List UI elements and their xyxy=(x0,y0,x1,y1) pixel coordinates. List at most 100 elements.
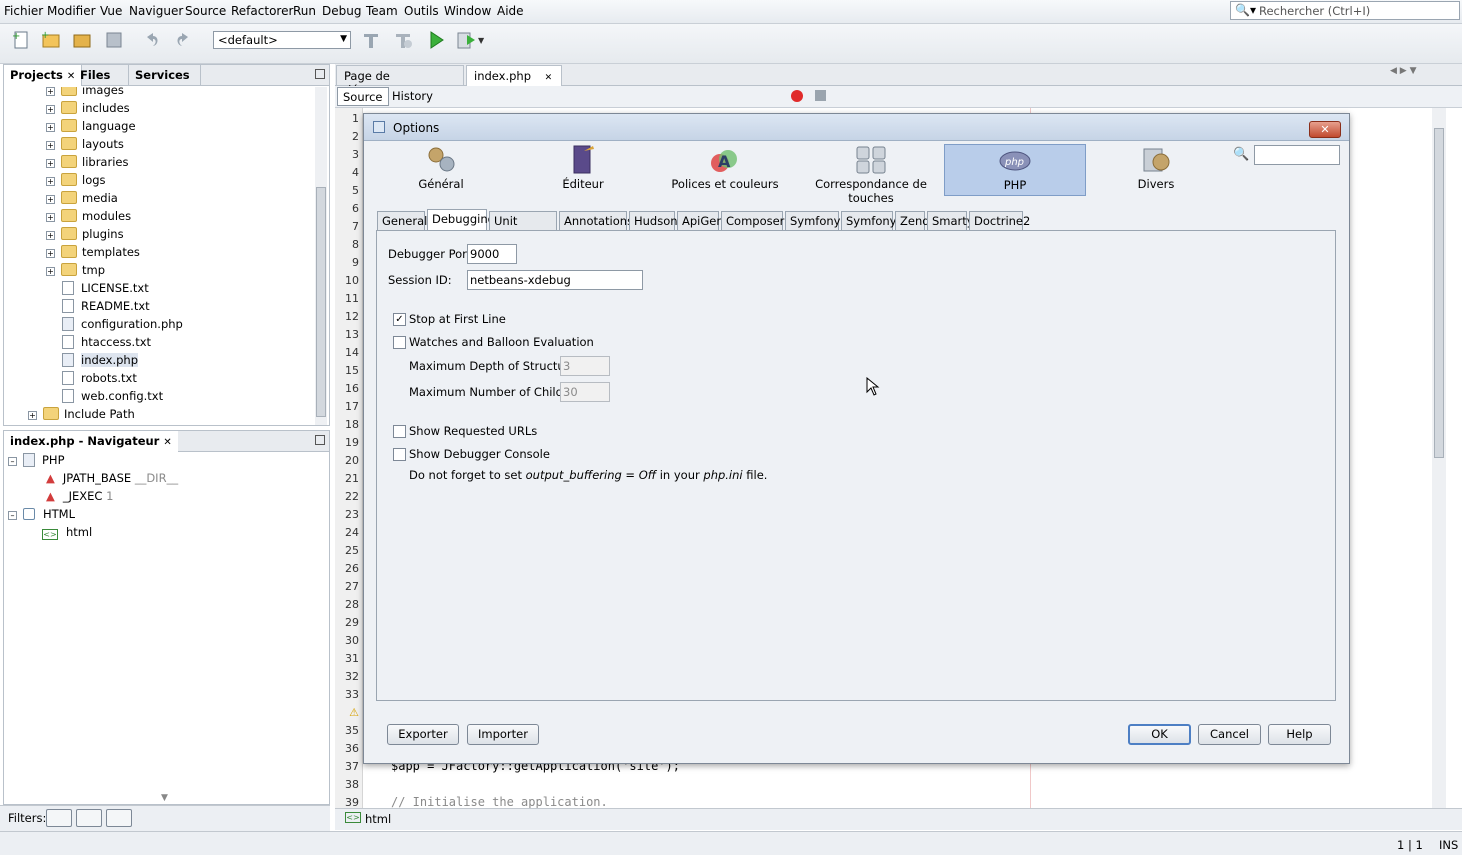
expand-icon[interactable]: + xyxy=(46,159,55,168)
tab-symfony[interactable]: Symfony xyxy=(841,211,897,231)
menu-fichier[interactable]: Fichier xyxy=(4,4,43,18)
menu-team[interactable]: Team xyxy=(366,4,398,18)
ok-button[interactable]: OK xyxy=(1128,724,1191,745)
new-file-icon[interactable]: + xyxy=(10,29,32,51)
import-button[interactable]: Importer xyxy=(467,724,539,745)
show-console-checkbox[interactable] xyxy=(393,448,406,461)
source-button[interactable]: Source xyxy=(337,87,389,106)
stop-first-line-checkbox[interactable]: ✓ xyxy=(393,313,406,326)
tab-services[interactable]: Services xyxy=(129,65,201,86)
tab-composer[interactable]: Composer xyxy=(721,211,784,231)
collapse-icon[interactable]: – xyxy=(8,511,17,520)
tree-item[interactable]: robots.txt xyxy=(62,371,137,389)
undo-icon[interactable] xyxy=(141,29,163,51)
expand-icon[interactable]: + xyxy=(46,249,55,258)
close-button[interactable]: ✕ xyxy=(1309,121,1341,138)
editor-scrollbar[interactable] xyxy=(1432,108,1446,808)
close-icon[interactable]: ✕ xyxy=(545,73,553,83)
max-children-input[interactable]: 30 xyxy=(560,382,610,402)
nav-php-node[interactable]: – PHP xyxy=(8,453,65,471)
category-keymap[interactable]: Correspondance de touches xyxy=(800,144,942,205)
menu-vue[interactable]: Vue xyxy=(100,4,122,18)
watches-checkbox[interactable] xyxy=(393,336,406,349)
session-id-input[interactable]: netbeans-xdebug xyxy=(467,270,643,290)
tab-doctrine2[interactable]: Doctrine2 xyxy=(969,211,1030,231)
cancel-button[interactable]: Cancel xyxy=(1198,724,1261,745)
category-general[interactable]: Général xyxy=(370,144,512,196)
tree-item[interactable]: index.php xyxy=(62,353,139,371)
category-editor[interactable]: Éditeur xyxy=(512,144,654,196)
nav-const-jexec[interactable]: ▲ _JEXEC 1 xyxy=(46,489,113,507)
minimize-icon[interactable] xyxy=(315,435,325,445)
tree-item[interactable]: README.txt xyxy=(62,299,150,317)
stop-macro-icon[interactable] xyxy=(815,90,826,101)
export-button[interactable]: Exporter xyxy=(387,724,459,745)
tree-item[interactable]: configuration.php xyxy=(62,317,183,335)
tree-item[interactable]: + logs xyxy=(46,173,106,191)
tree-item[interactable]: + plugins xyxy=(46,227,124,245)
nav-html-child[interactable]: <> html xyxy=(42,525,92,543)
tree-item[interactable]: + templates xyxy=(46,245,140,263)
expand-icon[interactable]: + xyxy=(46,123,55,132)
menu-outils[interactable]: Outils xyxy=(404,4,439,18)
tab-index-php[interactable]: index.php ✕ xyxy=(466,65,562,86)
expand-icon[interactable]: + xyxy=(46,87,55,96)
dialog-title-bar[interactable]: Options ✕ xyxy=(364,114,1349,141)
tab-symfony2[interactable]: Symfony2 xyxy=(785,211,848,231)
configuration-select[interactable]: <default> ▼ xyxy=(213,31,351,49)
save-all-icon[interactable] xyxy=(103,29,125,51)
tree-item[interactable]: + layouts xyxy=(46,137,124,155)
expand-icon[interactable]: + xyxy=(28,411,37,420)
nav-html-node[interactable]: – HTML xyxy=(8,507,75,525)
tab-unit-testing[interactable]: Unit Testing xyxy=(489,211,557,242)
tab-navigator[interactable]: index.php - Navigateur ✕ xyxy=(4,431,178,452)
debug-icon[interactable]: ▼ xyxy=(455,29,485,51)
debugger-port-input[interactable]: 9000 xyxy=(467,244,517,264)
search-input[interactable]: 🔍▾ Rechercher (Ctrl+I) xyxy=(1230,1,1460,20)
menu-aide[interactable]: Aide xyxy=(497,4,524,18)
tree-item[interactable]: htaccess.txt xyxy=(62,335,151,353)
filter-inherited-icon[interactable] xyxy=(76,809,102,827)
tab-general[interactable]: General xyxy=(377,211,427,231)
new-project-icon[interactable]: + xyxy=(40,29,62,51)
tree-item[interactable]: + images xyxy=(46,87,124,101)
tree-item[interactable]: + language xyxy=(46,119,136,137)
expand-icon[interactable]: + xyxy=(46,105,55,114)
menu-debug[interactable]: Debug xyxy=(322,4,361,18)
tab-apigen[interactable]: ApiGen xyxy=(677,211,724,231)
menu-run[interactable]: Run xyxy=(293,4,316,18)
filter-fields-icon[interactable] xyxy=(46,809,72,827)
tab-zend[interactable]: Zend xyxy=(895,211,930,231)
category-misc[interactable]: Divers xyxy=(1085,144,1227,196)
tab-projects[interactable]: Projects ✕ xyxy=(4,65,83,86)
scrollbar-thumb[interactable] xyxy=(316,187,326,417)
expand-icon[interactable]: + xyxy=(46,195,55,204)
tree-item[interactable]: + includes xyxy=(46,101,130,119)
scroll-tabs-icon[interactable]: ◀ ▶ ▼ xyxy=(1390,66,1417,76)
tab-files[interactable]: Files xyxy=(74,65,129,86)
tree-item[interactable]: web.config.txt xyxy=(62,389,163,407)
breadcrumb-item[interactable]: html xyxy=(365,812,391,826)
record-macro-icon[interactable] xyxy=(791,90,803,102)
filter-private-icon[interactable] xyxy=(106,809,132,827)
tree-item[interactable]: + libraries xyxy=(46,155,128,173)
category-fonts-colors[interactable]: A Polices et couleurs xyxy=(654,144,796,196)
collapse-icon[interactable]: – xyxy=(8,457,17,466)
tree-item[interactable]: + tmp xyxy=(46,263,105,281)
scrollbar-thumb[interactable] xyxy=(1434,128,1444,458)
category-php[interactable]: php PHP xyxy=(944,144,1086,196)
tab-annotations[interactable]: Annotations xyxy=(559,211,633,231)
menu-source[interactable]: Source xyxy=(185,4,226,18)
history-button[interactable]: History xyxy=(392,89,433,103)
help-button[interactable]: Help xyxy=(1268,724,1331,745)
clean-build-icon[interactable] xyxy=(392,29,414,51)
run-icon[interactable] xyxy=(425,29,447,51)
project-tree-scrollbar[interactable] xyxy=(315,87,327,425)
max-depth-input[interactable]: 3 xyxy=(560,356,610,376)
tab-debugging[interactable]: Debugging xyxy=(427,209,495,232)
tab-hudson[interactable]: Hudson xyxy=(629,211,678,231)
minimize-icon[interactable] xyxy=(315,69,325,79)
menu-window[interactable]: Window xyxy=(444,4,491,18)
tree-item[interactable]: LICENSE.txt xyxy=(62,281,149,299)
expand-icon[interactable]: + xyxy=(46,213,55,222)
